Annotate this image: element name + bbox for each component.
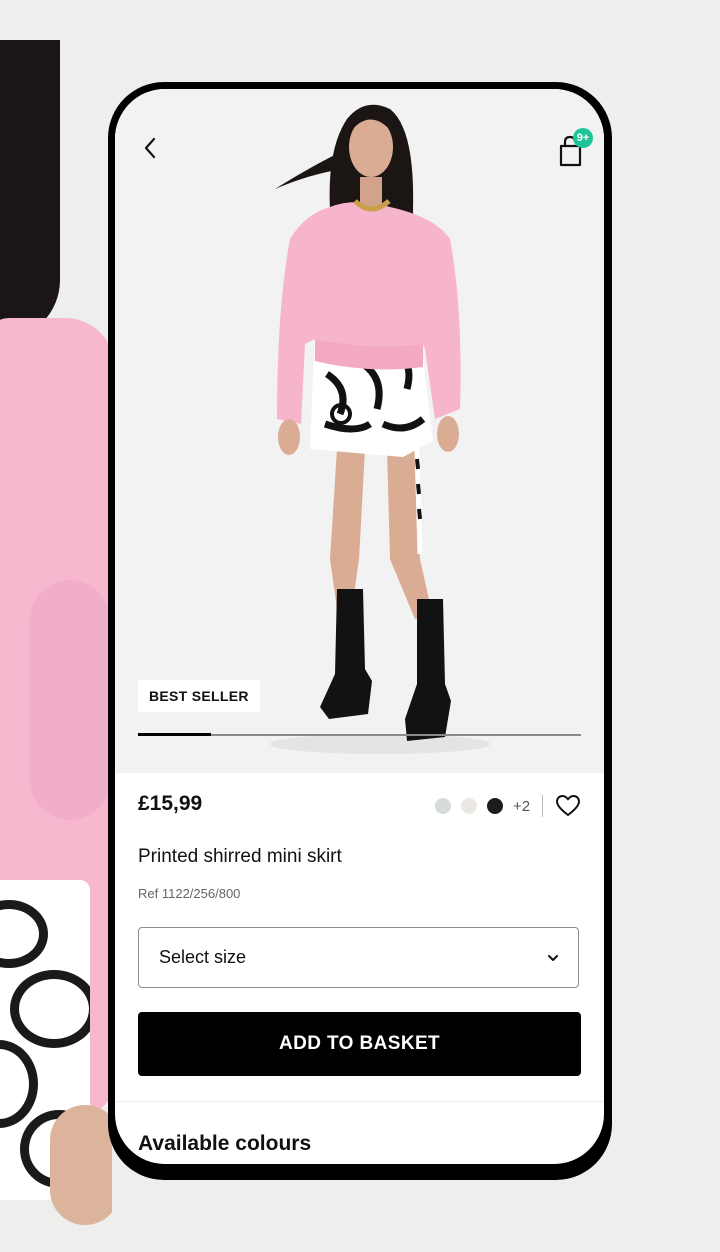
divider <box>542 795 544 817</box>
product-image[interactable]: 9+ BEST SELLER <box>115 89 604 773</box>
heart-outline-icon <box>556 795 581 816</box>
favorite-button[interactable] <box>555 793 581 819</box>
product-reference: Ref 1122/256/800 <box>138 886 241 901</box>
color-swatch-light-grey[interactable] <box>435 798 451 814</box>
available-colours-heading: Available colours <box>138 1132 312 1155</box>
color-swatch-off-white[interactable] <box>461 798 477 814</box>
section-divider <box>115 1101 604 1102</box>
phone-frame: 9+ BEST SELLER £15,99 +2 Printed shirred… <box>108 82 612 1180</box>
product-name: Printed shirred mini skirt <box>138 846 342 867</box>
back-button[interactable] <box>135 133 165 163</box>
more-colors-count[interactable]: +2 <box>513 798 530 815</box>
model-photo <box>115 89 604 773</box>
size-select-label: Select size <box>159 947 247 967</box>
product-price: £15,99 <box>138 792 203 815</box>
product-screen: 9+ BEST SELLER £15,99 +2 Printed shirred… <box>115 89 604 1164</box>
chevron-down-icon <box>548 955 558 961</box>
gallery-progress-fill <box>138 733 212 736</box>
basket-count-badge: 9+ <box>573 128 593 148</box>
add-to-basket-button[interactable]: ADD TO BASKET <box>138 1012 581 1076</box>
color-swatches: +2 <box>435 793 581 819</box>
background-model-image <box>0 0 112 1252</box>
color-swatch-black[interactable] <box>487 798 503 814</box>
best-seller-badge: BEST SELLER <box>138 680 260 712</box>
size-select-dropdown[interactable]: Select size <box>138 927 579 988</box>
gallery-progress-bar <box>138 733 581 736</box>
chevron-left-icon <box>144 137 156 159</box>
